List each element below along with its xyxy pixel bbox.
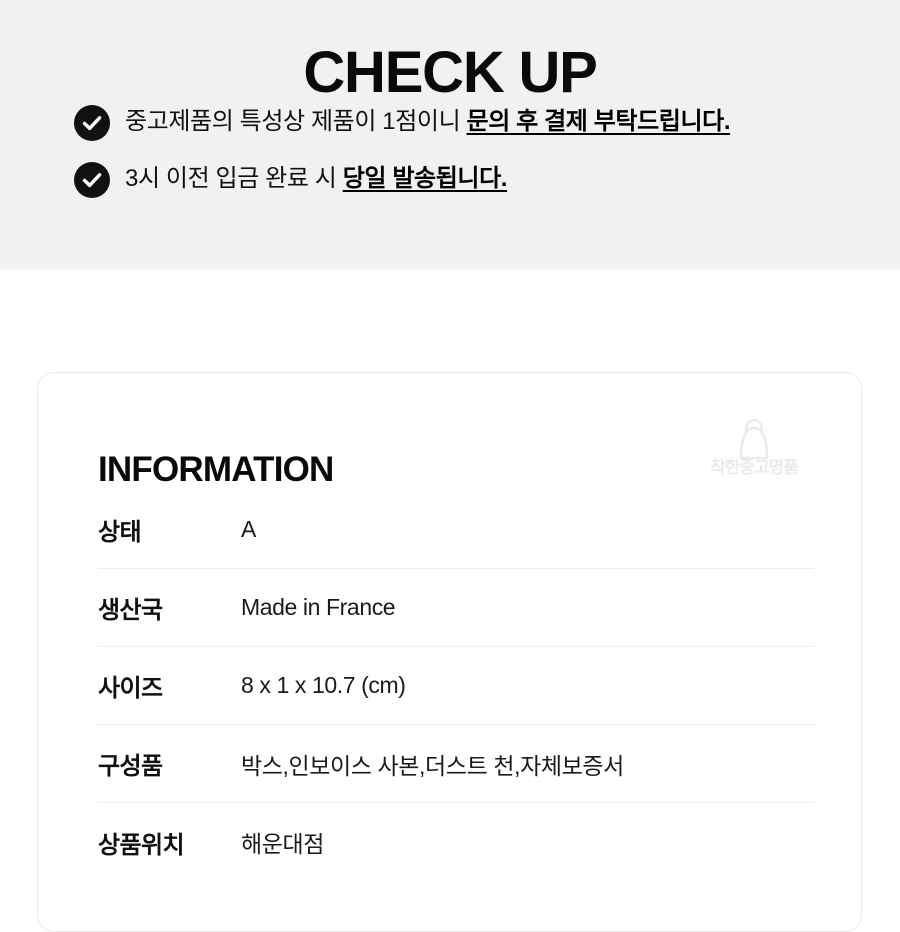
- bullet-text-emphasis: 문의 후 결제 부탁드립니다.: [466, 108, 731, 135]
- table-row: 상품위치 해운대점: [98, 803, 814, 881]
- row-label: 구성품: [98, 753, 163, 780]
- row-value: Made in France: [241, 594, 396, 620]
- table-row: 구성품 박스,인보이스 사본,더스트 천,자체보증서: [98, 725, 814, 803]
- brand-watermark-text: 착한중고명품: [710, 458, 799, 477]
- row-label: 사이즈: [98, 675, 163, 702]
- row-value: 8 x 1 x 10.7 (cm): [241, 672, 406, 698]
- check-circle-icon: [74, 162, 110, 198]
- bullet-text: 중고제품의 특성상 제품이 1점이니 문의 후 결제 부탁드립니다.: [125, 104, 731, 140]
- bullet-text: 3시 이전 입금 완료 시 당일 발송됩니다.: [125, 161, 507, 197]
- list-item: 3시 이전 입금 완료 시 당일 발송됩니다.: [0, 161, 900, 198]
- page-title: CHECK UP: [303, 39, 598, 105]
- row-value: 박스,인보이스 사본,더스트 천,자체보증서: [241, 752, 624, 779]
- information-card: INFORMATION 착한중고명품 상태 A 생산국 Made in Fran…: [37, 372, 862, 932]
- list-item: 중고제품의 특성상 제품이 1점이니 문의 후 결제 부탁드립니다.: [0, 104, 900, 141]
- information-table: 상태 A 생산국 Made in France 사이즈 8 x 1 x 10.7…: [98, 491, 814, 881]
- shopping-bag-icon: [727, 418, 781, 460]
- row-label: 상품위치: [98, 831, 185, 859]
- table-row: 사이즈 8 x 1 x 10.7 (cm): [98, 647, 814, 725]
- bullet-text-emphasis: 당일 발송됩니다.: [342, 165, 508, 192]
- check-circle-icon: [74, 105, 110, 141]
- row-value: A: [241, 516, 256, 542]
- brand-watermark: 착한중고명품: [694, 418, 814, 480]
- checkup-banner: CHECK UP 중고제품의 특성상 제품이 1점이니 문의 후 결제 부탁드립…: [0, 0, 900, 274]
- bullet-text-normal: 중고제품의 특성상 제품이 1점이니: [125, 108, 467, 135]
- row-label: 생산국: [98, 597, 163, 624]
- information-heading: INFORMATION: [98, 450, 334, 490]
- bullet-text-normal: 3시 이전 입금 완료 시: [125, 165, 343, 192]
- table-row: 생산국 Made in France: [98, 569, 814, 647]
- row-label: 상태: [98, 519, 142, 546]
- checkup-bullet-list: 중고제품의 특성상 제품이 1점이니 문의 후 결제 부탁드립니다. 3시 이전…: [0, 104, 900, 218]
- table-row: 상태 A: [98, 491, 814, 569]
- row-value: 해운대점: [241, 831, 325, 857]
